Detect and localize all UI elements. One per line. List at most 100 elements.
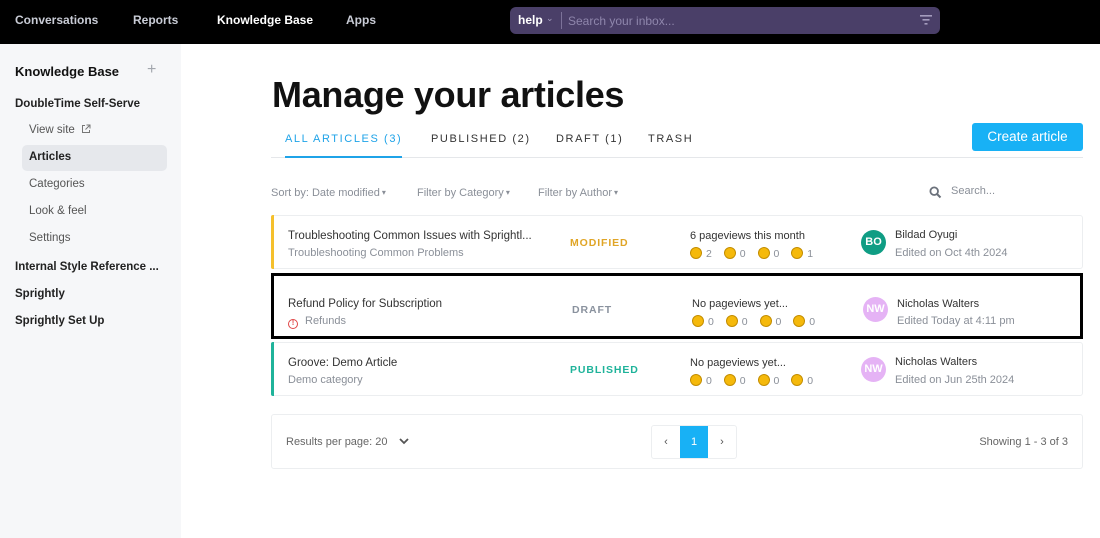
- status-badge: PUBLISHED: [570, 364, 639, 376]
- reaction-count: 0: [708, 316, 714, 328]
- sidebar-item-settings[interactable]: Settings: [22, 226, 167, 252]
- nav-conversations[interactable]: Conversations: [15, 13, 98, 27]
- next-page-button[interactable]: ›: [708, 426, 736, 458]
- category-filter-dropdown[interactable]: Filter by Category ▾: [417, 187, 510, 199]
- reaction-count: 1: [807, 248, 814, 260]
- confused-face-icon: [759, 315, 772, 327]
- reaction-count: 0: [775, 316, 782, 328]
- tab-draft[interactable]: DRAFT (1): [556, 133, 623, 158]
- article-category-label: Troubleshooting Common Problems: [288, 247, 464, 259]
- nav-apps[interactable]: Apps: [346, 13, 376, 27]
- page-navigator: ‹ 1 ›: [651, 425, 737, 459]
- edited-timestamp: Edited on Jun 25th 2024: [895, 374, 1015, 386]
- smiling-face-icon: [723, 374, 736, 386]
- reaction-count: 0: [807, 375, 814, 387]
- article-tabs: ALL ARTICLES (3) PUBLISHED (2) DRAFT (1)…: [271, 130, 1083, 158]
- article-category: ! Refunds: [288, 315, 346, 329]
- avatar: NW: [863, 297, 888, 322]
- author-filter-dropdown[interactable]: Filter by Author ▾: [538, 187, 618, 199]
- reactions: 2 0 0 1: [690, 247, 822, 260]
- article-row[interactable]: Groove: Demo Article Demo category PUBLI…: [271, 342, 1083, 396]
- article-title[interactable]: Troubleshooting Common Issues with Sprig…: [288, 230, 532, 242]
- reaction-count: 0: [773, 248, 780, 260]
- status-bar: [271, 342, 274, 396]
- sort-label: Sort by: Date modified: [271, 187, 380, 199]
- sidebar-site-sprightly-set-up[interactable]: Sprightly Set Up: [15, 315, 104, 327]
- chevron-down-icon: [398, 438, 409, 445]
- status-badge: MODIFIED: [570, 237, 629, 249]
- edited-timestamp: Edited Today at 4:11 pm: [897, 315, 1015, 327]
- sidebar-site-sprightly[interactable]: Sprightly: [15, 288, 65, 300]
- reaction-count: 0: [739, 375, 746, 387]
- article-title[interactable]: Groove: Demo Article: [288, 357, 397, 369]
- sidebar-item-label: Settings: [29, 232, 71, 244]
- plus-icon[interactable]: +: [147, 61, 156, 79]
- reactions: 0 0 0 0: [692, 315, 824, 328]
- reaction-count: 0: [706, 375, 712, 387]
- sidebar-site-internal-style-reference[interactable]: Internal Style Reference ...: [15, 261, 159, 273]
- page-title: Manage your articles: [272, 74, 625, 115]
- search-scope-dropdown[interactable]: help: [518, 13, 543, 27]
- sidebar-site-doubletime[interactable]: DoubleTime Self-Serve: [15, 98, 140, 110]
- status-bar: [271, 215, 274, 269]
- search-icon: [929, 186, 942, 199]
- grinning-face-icon: [690, 247, 702, 259]
- sidebar-item-look-and-feel[interactable]: Look & feel: [22, 199, 167, 225]
- disappointed-face-icon: [791, 374, 804, 386]
- pageviews: No pageviews yet...: [692, 298, 788, 310]
- article-category: Demo category: [288, 374, 363, 386]
- pageviews: No pageviews yet...: [690, 357, 786, 369]
- category-filter-label: Filter by Category: [417, 187, 504, 199]
- article-search: [929, 185, 1083, 202]
- sidebar-item-view-site[interactable]: View site: [22, 118, 167, 144]
- results-count: Showing 1 - 3 of 3: [979, 436, 1068, 448]
- nav-reports[interactable]: Reports: [133, 13, 178, 27]
- tab-trash[interactable]: TRASH: [648, 133, 693, 158]
- tab-published[interactable]: PUBLISHED (2): [431, 133, 531, 158]
- reaction-count: 2: [706, 248, 712, 260]
- chevron-down-icon[interactable]: ⌄: [546, 13, 554, 24]
- article-search-input[interactable]: [951, 185, 1081, 197]
- previous-page-button[interactable]: ‹: [652, 426, 680, 458]
- sidebar-item-label: Look & feel: [29, 205, 87, 217]
- divider: [561, 12, 562, 29]
- reactions: 0 0 0 0: [690, 374, 822, 387]
- external-link-icon: [82, 124, 91, 133]
- chevron-down-icon: ▾: [505, 188, 510, 197]
- article-category-label: Refunds: [305, 315, 346, 327]
- sort-dropdown[interactable]: Sort by: Date modified ▾: [271, 187, 386, 199]
- article-category-label: Demo category: [288, 374, 363, 386]
- sidebar-item-label: Articles: [29, 151, 72, 163]
- avatar: NW: [861, 357, 886, 382]
- author-filter-label: Filter by Author: [538, 187, 612, 199]
- create-article-button[interactable]: Create article: [972, 123, 1083, 151]
- pagination-bar: Results per page: 20 ‹ 1 › Showing 1 - 3…: [271, 414, 1083, 469]
- article-category: Troubleshooting Common Problems: [288, 247, 464, 259]
- nav-knowledge-base[interactable]: Knowledge Base: [217, 13, 313, 27]
- reaction-count: 0: [773, 375, 780, 387]
- confused-face-icon: [757, 247, 770, 259]
- article-row[interactable]: Refund Policy for Subscription ! Refunds …: [271, 273, 1083, 339]
- filter-icon[interactable]: [920, 14, 932, 26]
- smiling-face-icon: [723, 247, 736, 259]
- results-per-page-dropdown[interactable]: Results per page: 20: [286, 436, 409, 448]
- pageviews: 6 pageviews this month: [690, 230, 805, 242]
- article-title[interactable]: Refund Policy for Subscription: [288, 298, 442, 310]
- grinning-face-icon: [692, 315, 704, 327]
- inbox-search-input[interactable]: [568, 11, 898, 30]
- sidebar-item-label: View site: [29, 124, 75, 136]
- sidebar-title: Knowledge Base: [15, 64, 120, 79]
- inbox-search-bar: help ⌄: [510, 7, 940, 34]
- tab-all-articles[interactable]: ALL ARTICLES (3): [285, 133, 403, 158]
- reaction-count: 0: [741, 316, 748, 328]
- reaction-count: 0: [809, 316, 816, 328]
- article-row[interactable]: Troubleshooting Common Issues with Sprig…: [271, 215, 1083, 269]
- sidebar-item-categories[interactable]: Categories: [22, 172, 167, 198]
- author-name: Nicholas Walters: [895, 356, 978, 368]
- edited-timestamp: Edited on Oct 4th 2024: [895, 247, 1008, 259]
- sidebar-item-label: Categories: [29, 178, 85, 190]
- page-1-button[interactable]: 1: [680, 426, 708, 458]
- sidebar-item-articles[interactable]: Articles: [22, 145, 167, 171]
- avatar: BO: [861, 230, 886, 255]
- disappointed-face-icon: [791, 247, 804, 259]
